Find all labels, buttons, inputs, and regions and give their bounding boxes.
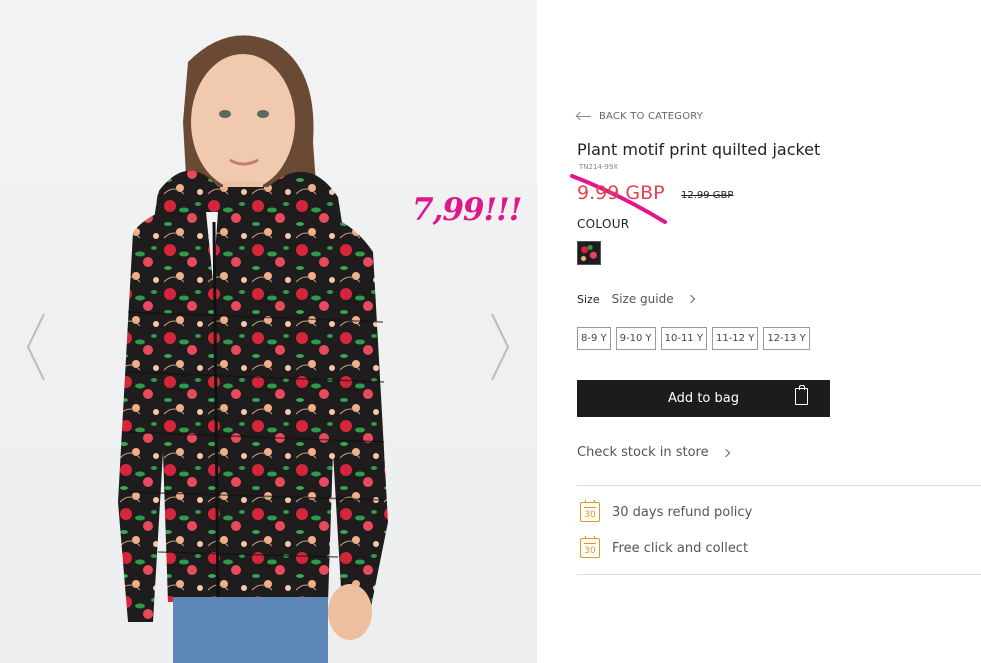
check-stock-label: Check stock in store [577, 445, 709, 460]
size-guide-link[interactable]: Size guide [611, 292, 695, 306]
gallery-prev-button[interactable] [22, 312, 52, 382]
calendar-icon: 30 [580, 536, 600, 558]
chevron-right-icon [721, 448, 730, 457]
size-row: Size Size guide [577, 292, 695, 306]
price-annotation: 7,99!!! [412, 192, 522, 228]
gallery-next-button[interactable] [484, 312, 514, 382]
chevron-right-icon [686, 294, 695, 304]
size-label: Size [577, 292, 600, 306]
arrow-left-icon [577, 116, 591, 117]
size-option[interactable]: 12-13 Y [763, 327, 810, 350]
colour-label: COLOUR [577, 217, 630, 231]
product-title: Plant motif print quilted jacket [577, 140, 821, 159]
product-sku: TN214-99X [579, 163, 619, 171]
chevron-left-icon [26, 313, 45, 381]
size-option[interactable]: 8-9 Y [577, 327, 611, 350]
product-image [0, 0, 537, 663]
colour-swatch[interactable] [577, 241, 601, 265]
size-options: 8-9 Y 9-10 Y 10-11 Y 11-12 Y 12-13 Y [577, 327, 810, 350]
perk-label: 30 days refund policy [612, 504, 753, 520]
size-option[interactable]: 9-10 Y [615, 327, 656, 350]
shopping-bag-icon [795, 385, 808, 405]
perk-click-collect: 30 Free click and collect [580, 536, 749, 558]
back-to-category-link[interactable]: BACK TO CATEGORY [577, 111, 703, 122]
product-old-price: 12.99 GBP [681, 190, 734, 201]
size-option[interactable]: 10-11 Y [660, 327, 707, 350]
product-price: 9.99 GBP [577, 182, 665, 204]
calendar-icon: 30 [580, 500, 600, 522]
back-label: BACK TO CATEGORY [599, 111, 704, 122]
check-stock-link[interactable]: Check stock in store [577, 445, 730, 460]
size-option[interactable]: 11-12 Y [711, 327, 759, 350]
divider [577, 485, 981, 486]
perk-label: Free click and collect [612, 540, 749, 556]
perk-refund: 30 30 days refund policy [580, 500, 753, 522]
product-details: BACK TO CATEGORY Plant motif print quilt… [577, 0, 981, 663]
chevron-right-icon [491, 313, 510, 381]
add-to-bag-button[interactable]: Add to bag [577, 380, 830, 417]
divider [577, 574, 981, 575]
model-photo [118, 35, 388, 663]
size-guide-label: Size guide [611, 292, 674, 306]
add-to-bag-label: Add to bag [668, 391, 739, 406]
